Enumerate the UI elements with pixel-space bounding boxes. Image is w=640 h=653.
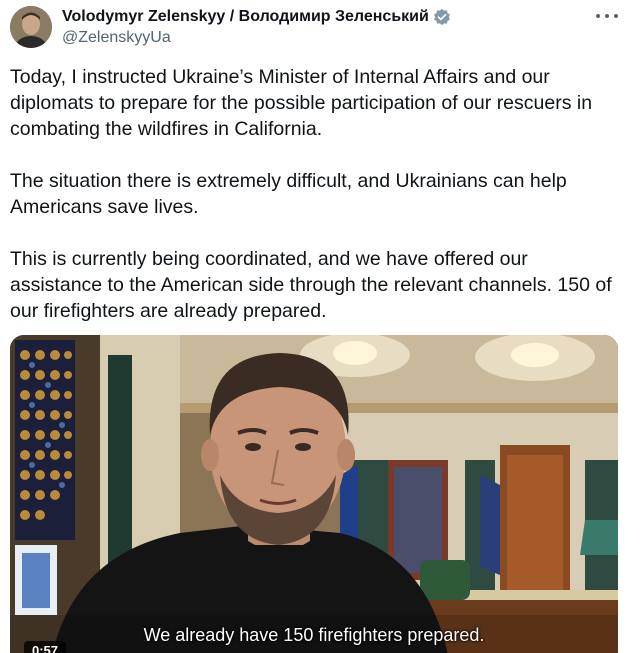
more-dot [596,14,600,18]
more-dot [605,14,609,18]
name-row: Volodymyr Zelenskyy / Володимир Зеленськ… [62,6,600,28]
tweet-paragraph-2: The situation there is extremely difficu… [10,170,567,218]
video-timestamp: 0:57 [24,641,67,653]
display-name[interactable]: Volodymyr Zelenskyy / Володимир Зеленськ… [62,8,429,26]
video-frame [10,335,618,653]
tweet-paragraph-3: This is currently being coordinated, and… [10,248,612,322]
tweet: Volodymyr Zelenskyy / Володимир Зеленськ… [0,0,640,653]
video-player[interactable]: We already have 150 firefighters prepare… [10,335,618,653]
verified-badge-icon [433,8,450,26]
tweet-paragraph-1: Today, I instructed Ukraine’s Minister o… [10,66,593,140]
more-dot [614,14,618,18]
tweet-text: Today, I instructed Ukraine’s Minister o… [10,64,622,350]
handle[interactable]: @ZelenskyyUa [62,29,600,47]
video-subtitle: We already have 150 firefighters prepare… [143,625,485,645]
author-block: Volodymyr Zelenskyy / Володимир Зеленськ… [62,6,600,47]
avatar[interactable] [10,6,52,48]
more-options-icon[interactable] [596,10,618,22]
